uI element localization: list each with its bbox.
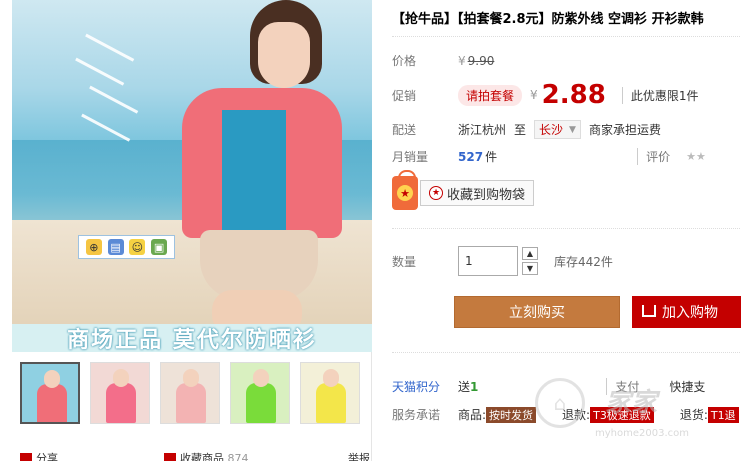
service-row: 服务承诺 商品: 按时发货 退款: T3极速退款 退货: T1退 [392,406,739,423]
thumbnail-4[interactable] [230,362,290,424]
quantity-row: 数量 ▲ ▼ 库存442件 [392,246,613,276]
image-toolbar: ⊕ ▤ ☺ ▣ [78,235,175,259]
service-return: 退货: [679,408,708,422]
qty-decrease-button[interactable]: ▼ [522,262,538,275]
thumbnail-strip [20,362,360,424]
promo-currency: ¥ [530,88,538,102]
add-to-cart-button[interactable]: 加入购物 [632,296,741,328]
service-return-tag: T1退 [707,406,739,423]
add-to-favorites-button[interactable]: ★ ★ 收藏到购物袋 [392,170,535,210]
delivery-from: 浙江杭州 [458,123,507,137]
sales-unit: 件 [485,150,498,164]
price-label: 价格 [392,54,417,68]
image-banner: 商场正品 莫代尔防晒衫 [12,324,372,352]
service-goods: 商品: [458,408,487,422]
delivery-to-word: 至 [514,123,527,137]
qty-increase-button[interactable]: ▲ [522,247,538,260]
pay-value: 快捷支 [669,380,706,394]
service-goods-tag: 按时发货 [486,406,537,423]
thumbnail-2[interactable] [90,362,150,424]
cart-icon [642,305,656,317]
points-row: 天猫积分 送 1 支付 快捷支 [392,378,705,395]
points-value: 1 [470,379,479,394]
stock-count: 库存442件 [554,254,613,269]
buy-now-button[interactable]: 立刻购买 [454,296,620,328]
service-refund-tag: T3极速退款 [590,406,654,423]
promo-row: 促销 请拍套餐 ¥ 2.88 此优惠限1件 [392,80,698,110]
divider [392,36,740,37]
quantity-input[interactable] [458,246,518,276]
points-label[interactable]: 天猫积分 [392,378,458,395]
sales-row: 月销量 527 件 评价 ★★ [392,148,706,165]
product-title: 【抢牛品】【拍套餐2.8元】防紫外线 空调衫 开衫款韩 [392,12,704,27]
rating-stars: ★★ [686,150,706,163]
delivery-shipping: 商家承担运费 [588,123,661,137]
promo-price: 2.88 [541,80,606,110]
thumbnail-1[interactable] [20,362,80,424]
points-prefix: 送 [458,380,471,394]
qty-label: 数量 [392,254,417,269]
sales-label: 月销量 [392,150,429,164]
main-product-image[interactable]: ⊕ ▤ ☺ ▣ 商场正品 莫代尔防晒衫 [12,0,372,352]
divider [392,228,740,229]
star-icon: ★ [429,186,443,200]
service-refund: 退款: [562,408,591,422]
shopping-bag-icon: ★ [392,170,418,210]
price-currency: ¥ [458,53,466,68]
service-label: 服务承诺 [392,408,441,422]
save-icon[interactable]: ▤ [107,239,124,255]
delivery-row: 配送 浙江杭州 至 长沙 ▼ 商家承担运费 [392,120,661,139]
image-edit-icon[interactable]: ▣ [151,239,168,255]
promo-tag: 请拍套餐 [458,84,523,106]
product-info-panel: 【抢牛品】【拍套餐2.8元】防紫外线 空调衫 开衫款韩 价格 ¥ 9.90 促销… [378,0,741,461]
quantity-stepper: ▲ ▼ [522,247,538,275]
sales-count: 527 [458,149,484,164]
gallery-footer: 分享 收藏商品 874 举报 [20,450,370,461]
thumbnail-5[interactable] [300,362,360,424]
pay-label: 支付 [606,378,639,395]
delivery-label: 配送 [392,123,417,137]
share-link[interactable]: 分享 [20,450,58,461]
promo-label: 促销 [392,88,417,103]
divider [392,352,740,353]
thumbnail-3[interactable] [160,362,220,424]
uv-arrows-graphic [72,33,172,150]
report-link[interactable]: 举报 [348,450,370,461]
product-gallery: ⊕ ▤ ☺ ▣ 商场正品 莫代尔防晒衫 分享 收藏商品 874 举报 [12,0,372,461]
banner-text: 商场正品 莫代尔防晒衫 [67,328,317,352]
zoom-icon[interactable]: ⊕ [85,239,102,255]
chevron-down-icon: ▼ [569,124,576,135]
emoji-icon[interactable]: ☺ [129,239,146,255]
city-select[interactable]: 长沙 ▼ [534,120,581,139]
original-price: 9.90 [467,53,495,68]
collect-link[interactable]: 收藏商品 874 [164,450,249,461]
rating-label[interactable]: 评价 [637,148,670,165]
model-figure [172,0,342,335]
promo-limit: 此优惠限1件 [621,86,698,104]
price-row: 价格 ¥ 9.90 [392,52,494,69]
